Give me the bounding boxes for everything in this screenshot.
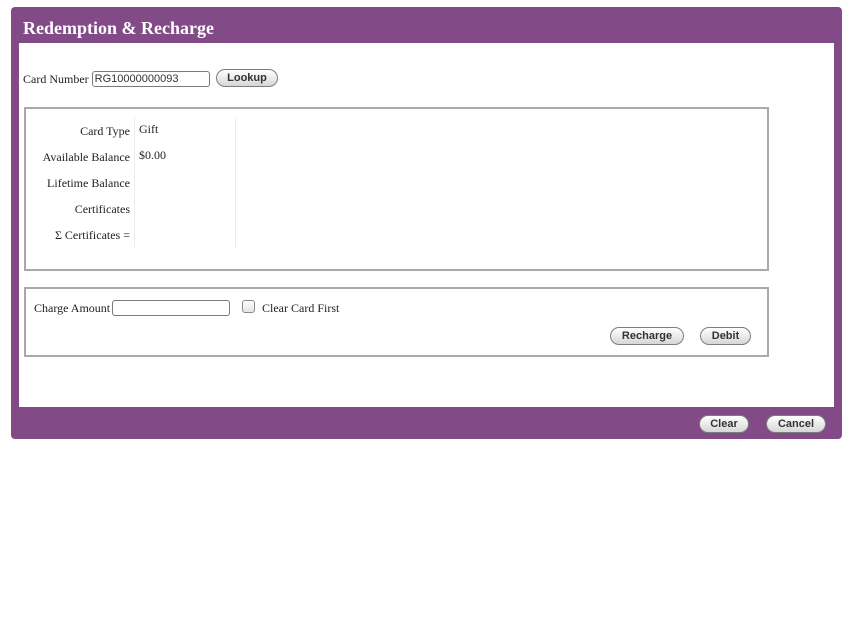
column-divider: [134, 117, 135, 247]
card-info-panel: Card Type Gift Available Balance $0.00 L…: [24, 107, 769, 271]
clear-card-first-checkbox[interactable]: [242, 300, 255, 313]
certificates-label: Certificates: [74, 202, 130, 216]
card-number-input[interactable]: [91, 71, 210, 87]
redemption-dialog: Redemption & Recharge Card Number Lookup…: [11, 7, 842, 439]
dialog-title: Redemption & Recharge: [23, 18, 214, 38]
charge-amount-input[interactable]: [112, 300, 230, 316]
card-number-label: Card Number: [23, 71, 89, 86]
dialog-content: Card Number Lookup Card Type Gift Availa…: [19, 43, 834, 407]
column-divider: [235, 117, 236, 247]
card-type-value: Gift: [139, 122, 159, 136]
available-balance-label: Available Balance: [42, 150, 130, 164]
lifetime-balance-label: Lifetime Balance: [47, 176, 130, 190]
total-certificates-label: Σ Certificates =: [54, 228, 130, 242]
card-number-row: Card Number: [23, 69, 210, 89]
debit-button[interactable]: Debit: [700, 327, 751, 345]
clear-card-first-label: Clear Card First: [262, 301, 340, 315]
card-type-label: Card Type: [80, 124, 130, 138]
available-balance-value: $0.00: [139, 148, 166, 162]
recharge-button[interactable]: Recharge: [610, 327, 684, 345]
lookup-button[interactable]: Lookup: [216, 69, 278, 87]
charge-panel: Charge Amount Clear Card First Recharge …: [24, 287, 769, 357]
cancel-button[interactable]: Cancel: [766, 415, 826, 433]
charge-amount-label: Charge Amount: [34, 301, 111, 315]
clear-button[interactable]: Clear: [699, 415, 749, 433]
